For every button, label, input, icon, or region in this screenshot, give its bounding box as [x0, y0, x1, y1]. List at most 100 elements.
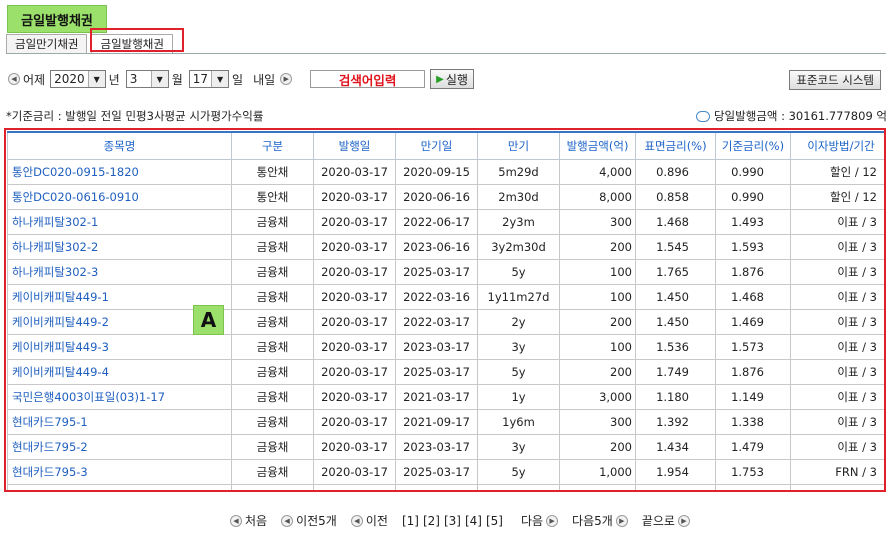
- col-issue-date-cell: 2020-03-17: [313, 259, 396, 285]
- col-coupon-rate-cell: 1.545: [635, 234, 716, 260]
- col-maturity-date-cell: 2022-06-17: [395, 209, 478, 235]
- col-interest-method-cell: 이표 / 3: [790, 384, 884, 410]
- next-link[interactable]: 다음 ▶: [521, 512, 559, 529]
- prev-day-link[interactable]: 어제: [23, 71, 45, 88]
- col-type-cell: 금융채: [231, 309, 314, 335]
- last-page-link[interactable]: 끝으로 ▶: [642, 512, 690, 529]
- bond-name-link[interactable]: 현대카드795-4: [7, 484, 232, 490]
- tab-issued-bonds[interactable]: 금일발행채권: [91, 34, 173, 53]
- next-day-icon[interactable]: ▶: [280, 73, 293, 85]
- page-link-5[interactable]: [5]: [486, 514, 503, 528]
- col-issue-amount-cell: 1,000: [559, 459, 636, 485]
- col-maturity-date-cell: 2020-09-15: [395, 159, 478, 185]
- prev-day-icon[interactable]: ◀: [8, 73, 20, 85]
- table-row: 현대카드795-2 금융채 2020-03-17 2023-03-17 3y 200 1.4…: [7, 434, 884, 460]
- col-issue-date-cell: 2020-03-17: [313, 209, 396, 235]
- table-row: 국민은행4003이표일(03)1-17 금융채 2020-03-17 2021-03-…: [7, 384, 884, 410]
- bond-name-link[interactable]: 케이비캐피탈449-3: [7, 334, 232, 360]
- col-coupon-rate-cell: 1.434: [635, 434, 716, 460]
- next-icon: ▶: [546, 514, 559, 527]
- bond-name-link[interactable]: 하나캐피탈302-1: [7, 209, 232, 235]
- bond-name-link[interactable]: 통안DC020-0915-1820: [7, 159, 232, 185]
- month-select[interactable]: 3 ▼: [125, 70, 169, 88]
- col-coupon-rate-cell: 1.180: [635, 384, 716, 410]
- col-interest-method-cell: 이표 / 3: [790, 359, 884, 385]
- bond-name-link[interactable]: 현대카드795-1: [7, 409, 232, 435]
- col-coupon-rate-header: 표면금리(%): [635, 131, 716, 160]
- col-maturity-date-cell: 2025-03-17: [395, 359, 478, 385]
- page-link-2[interactable]: [2]: [423, 514, 440, 528]
- col-maturity-date-cell: 2025-03-17: [395, 459, 478, 485]
- page-link-3[interactable]: [3]: [444, 514, 461, 528]
- table-row: 통안DC020-0616-0910 통안채 2020-03-17 2020-06-16…: [7, 184, 884, 210]
- bond-table: 종목명 구분 발행일 만기일 만기 발행금액(억) 표면금리(%) 기준금리(%) 이자방법/기…: [7, 131, 884, 490]
- prev-link[interactable]: ◀ 이전: [350, 512, 388, 529]
- col-base-rate-cell: 0.990: [715, 184, 791, 210]
- col-term-cell: 7y3m4d: [477, 484, 560, 490]
- col-term-cell: 5y: [477, 459, 560, 485]
- annotation-label-a: A: [193, 305, 224, 335]
- page-link-1[interactable]: [1]: [402, 514, 419, 528]
- col-interest-method-header: 이자방법/기간: [790, 131, 884, 160]
- col-base-rate-cell: 2.019: [715, 484, 791, 490]
- col-type-cell: 금융채: [231, 259, 314, 285]
- table-row: 통안DC020-0915-1820 통안채 2020-03-17 2020-09-15…: [7, 159, 884, 185]
- col-maturity-date-cell: 2023-03-17: [395, 434, 478, 460]
- col-base-rate-cell: 1.338: [715, 409, 791, 435]
- first-page-link[interactable]: ◀ 처음: [230, 512, 267, 529]
- col-base-rate-cell: 1.753: [715, 459, 791, 485]
- chevron-down-icon: ▼: [87, 71, 105, 87]
- col-type-cell: 금융채: [231, 409, 314, 435]
- search-input[interactable]: 검색어입력: [310, 70, 426, 88]
- col-issue-date-cell: 2020-03-17: [313, 384, 396, 410]
- col-interest-method-cell: 이표 / 3: [790, 334, 884, 360]
- col-term-cell: 1y11m27d: [477, 284, 560, 310]
- table-row: 케이비캐피탈449-1 금융채 2020-03-17 2022-03-16 1y11m2…: [7, 284, 884, 310]
- bond-name-link[interactable]: 케이비캐피탈449-4: [7, 359, 232, 385]
- col-term-cell: 5m29d: [477, 159, 560, 185]
- prev5-link[interactable]: ◀ 이전5개: [281, 512, 337, 529]
- col-issue-amount-cell: 3,000: [559, 384, 636, 410]
- col-maturity-date-cell: 2021-09-17: [395, 409, 478, 435]
- table-row: 현대카드795-1 금융채 2020-03-17 2021-09-17 1y6m 300 1…: [7, 409, 884, 435]
- col-coupon-rate-cell: 1.954: [635, 459, 716, 485]
- col-base-rate-cell: 1.593: [715, 234, 791, 260]
- bond-name-link[interactable]: 하나캐피탈302-2: [7, 234, 232, 260]
- table-row: 현대카드795-3 금융채 2020-03-17 2025-03-17 5y 1,000 1…: [7, 459, 884, 485]
- bond-name-link[interactable]: 현대카드795-3: [7, 459, 232, 485]
- year-select[interactable]: 2020 ▼: [50, 70, 106, 88]
- play-icon: ▶: [436, 73, 444, 85]
- next-day-link[interactable]: 내일: [253, 71, 275, 88]
- col-term-header: 만기: [477, 131, 560, 160]
- col-interest-method-cell: 이표 / 3: [790, 234, 884, 260]
- col-interest-method-cell: 이표 / 3: [790, 259, 884, 285]
- prev-icon: ◀: [230, 514, 242, 527]
- col-maturity-date-cell: 2020-06-16: [395, 184, 478, 210]
- col-maturity-date-cell: 2023-03-17: [395, 334, 478, 360]
- col-type-cell: 금융채: [231, 434, 314, 460]
- col-issue-amount-cell: 100: [559, 334, 636, 360]
- chevron-down-icon: ▼: [150, 71, 168, 87]
- page-link-4[interactable]: [4]: [465, 514, 482, 528]
- col-type-cell: 금융채: [231, 359, 314, 385]
- table-row: 케이비캐피탈449-4 금융채 2020-03-17 2025-03-17 5y 200 1…: [7, 359, 884, 385]
- page-numbers: [1] [2] [3] [4] [5]: [402, 514, 507, 528]
- next-icon: ▶: [677, 514, 690, 527]
- col-issue-date-cell: 2020-03-17: [313, 459, 396, 485]
- col-maturity-date-cell: 2027-06-21: [395, 484, 478, 490]
- standard-code-button[interactable]: 표준코드 시스템: [789, 70, 881, 90]
- speech-bubble-icon: [695, 110, 710, 122]
- day-select[interactable]: 17 ▼: [188, 70, 230, 88]
- run-button[interactable]: ▶ 실행: [430, 69, 474, 89]
- bond-name-link[interactable]: 하나캐피탈302-3: [7, 259, 232, 285]
- col-maturity-date-header: 만기일: [395, 131, 478, 160]
- tab-maturing-bonds[interactable]: 금일만기채권: [6, 34, 88, 53]
- col-term-cell: 5y: [477, 359, 560, 385]
- col-issue-date-cell: 2020-03-17: [313, 184, 396, 210]
- bond-name-link[interactable]: 통안DC020-0616-0910: [7, 184, 232, 210]
- col-issue-amount-cell: 8,000: [559, 184, 636, 210]
- bond-name-link[interactable]: 현대카드795-2: [7, 434, 232, 460]
- next5-link[interactable]: 다음5개 ▶: [572, 512, 628, 529]
- bond-name-link[interactable]: 국민은행4003이표일(03)1-17: [7, 384, 232, 410]
- col-issue-amount-cell: 200: [559, 434, 636, 460]
